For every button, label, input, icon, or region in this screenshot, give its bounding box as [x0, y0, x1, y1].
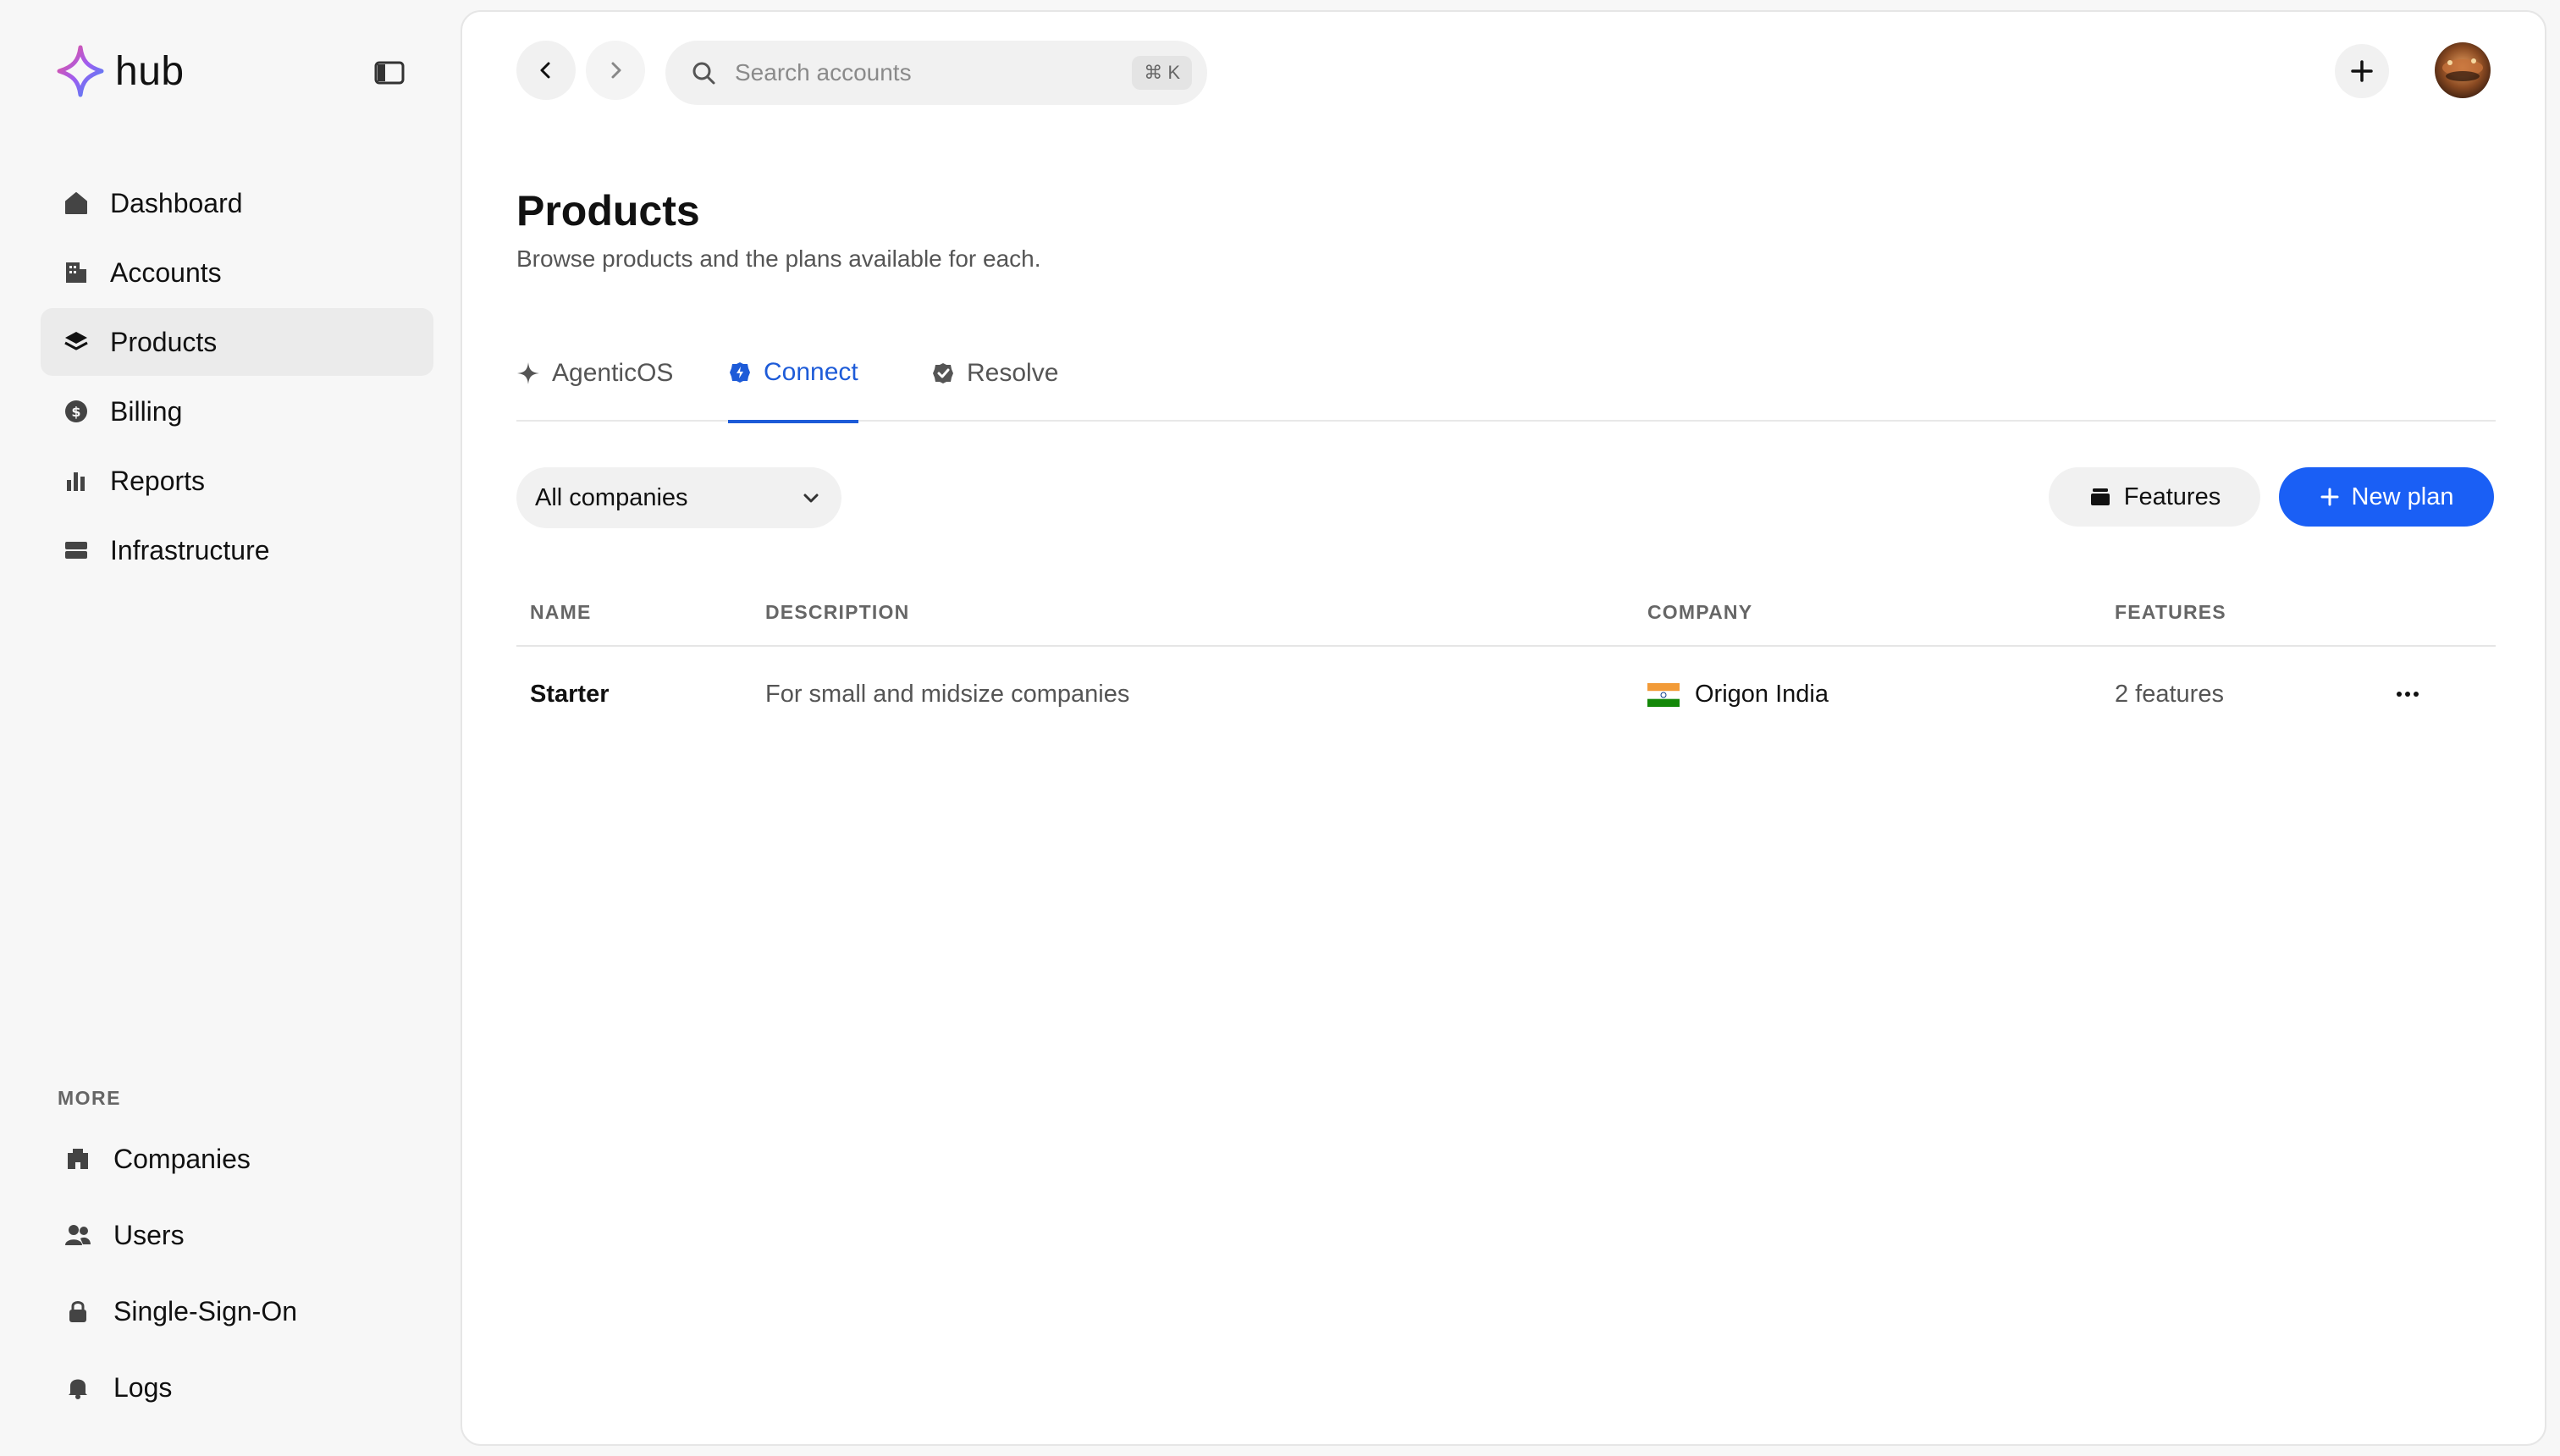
- sidebar: hub Dashboard Accounts Products $ Billin…: [0, 0, 461, 1456]
- user-avatar[interactable]: [2435, 42, 2491, 98]
- india-flag-icon: [1647, 682, 1680, 707]
- more-nav: Companies Users Single-Sign-On Logs: [41, 1121, 433, 1426]
- tab-agenticos[interactable]: AgenticOS: [516, 344, 673, 422]
- plan-company: Origon India: [1647, 681, 1829, 709]
- new-plan-button-label: New plan: [2351, 483, 2454, 510]
- forward-button[interactable]: [586, 41, 645, 100]
- main-nav: Dashboard Accounts Products $ Billing Re…: [41, 169, 433, 586]
- column-header-description[interactable]: DESCRIPTION: [765, 601, 909, 624]
- bar-chart-icon: [61, 466, 91, 496]
- dollar-coin-icon: $: [61, 396, 91, 427]
- new-plan-button[interactable]: New plan: [2279, 467, 2494, 527]
- sidebar-item-label: Users: [113, 1219, 185, 1250]
- sidebar-item-logs[interactable]: Logs: [41, 1349, 433, 1426]
- tab-label: Resolve: [967, 359, 1059, 387]
- server-icon: [61, 535, 91, 565]
- sidebar-item-label: Logs: [113, 1371, 173, 1403]
- sidebar-item-label: Reports: [110, 465, 206, 496]
- column-header-features[interactable]: FEATURES: [2115, 601, 2226, 624]
- add-button[interactable]: [2335, 44, 2389, 98]
- more-horizontal-icon: [2397, 692, 2419, 697]
- tab-label: Connect: [764, 358, 858, 386]
- company-filter-value: All companies: [535, 483, 688, 511]
- sidebar-item-single-sign-on[interactable]: Single-Sign-On: [41, 1273, 433, 1349]
- sidebar-item-reports[interactable]: Reports: [41, 447, 433, 515]
- sidebar-item-label: Accounts: [110, 256, 222, 288]
- sidebar-toggle-icon: [374, 61, 405, 85]
- sidebar-item-label: Companies: [113, 1143, 251, 1174]
- back-button[interactable]: [516, 41, 576, 100]
- sidebar-item-label: Billing: [110, 395, 183, 427]
- brand-name: hub: [115, 48, 185, 94]
- bell-icon: [63, 1372, 93, 1403]
- collapse-sidebar-button[interactable]: [367, 56, 411, 90]
- page-subtitle: Browse products and the plans available …: [516, 245, 1041, 272]
- main-panel: ⌘ K Products Browse products and the pla…: [461, 10, 2546, 1446]
- search-input[interactable]: [735, 59, 1090, 86]
- sidebar-item-billing[interactable]: $ Billing: [41, 378, 433, 445]
- plan-company-name: Origon India: [1695, 681, 1829, 708]
- sidebar-item-companies[interactable]: Companies: [41, 1121, 433, 1197]
- table-row[interactable]: Starter For small and midsize companies …: [516, 647, 2496, 757]
- sidebar-item-label: Single-Sign-On: [113, 1295, 297, 1326]
- plan-description: For small and midsize companies: [765, 681, 1130, 708]
- sidebar-item-label: Dashboard: [110, 187, 243, 218]
- search-shortcut-badge: ⌘ K: [1132, 56, 1192, 90]
- sparkle-icon: [517, 362, 539, 384]
- chevron-right-icon: [611, 62, 621, 79]
- tab-label: AgenticOS: [552, 359, 674, 387]
- sidebar-item-label: Products: [110, 326, 218, 357]
- sidebar-item-accounts[interactable]: Accounts: [41, 239, 433, 306]
- layers-icon: [61, 327, 91, 357]
- svg-text:$: $: [71, 404, 80, 420]
- search-bar[interactable]: ⌘ K: [665, 41, 1207, 105]
- avatar-image: [2435, 42, 2491, 98]
- table-header: NAME DESCRIPTION COMPANY FEATURES: [516, 582, 2496, 647]
- sidebar-item-users[interactable]: Users: [41, 1197, 433, 1273]
- home-icon: [61, 188, 91, 218]
- sidebar-item-infrastructure[interactable]: Infrastructure: [41, 516, 433, 584]
- tab-connect[interactable]: Connect: [728, 344, 858, 423]
- more-section-title: MORE: [58, 1087, 121, 1109]
- hub-logo-icon: [57, 45, 104, 97]
- stack-icon: [2090, 488, 2110, 505]
- users-icon: [63, 1220, 93, 1250]
- connect-badge-icon: [730, 362, 750, 383]
- column-header-company[interactable]: COMPANY: [1647, 601, 1752, 624]
- plus-icon: [2351, 60, 2373, 82]
- sidebar-item-products[interactable]: Products: [41, 308, 433, 376]
- plans-table: NAME DESCRIPTION COMPANY FEATURES Starte…: [516, 582, 2496, 757]
- features-button[interactable]: Features: [2049, 467, 2260, 527]
- page-title: Products: [516, 187, 700, 234]
- plan-name: Starter: [530, 681, 610, 708]
- product-tabs: AgenticOS Connect Resolve: [516, 344, 2496, 423]
- sidebar-item-dashboard[interactable]: Dashboard: [41, 169, 433, 237]
- check-badge-icon: [933, 363, 953, 383]
- plus-icon: [2320, 488, 2339, 506]
- company-filter-select[interactable]: All companies: [516, 467, 841, 528]
- column-header-name[interactable]: NAME: [530, 601, 592, 624]
- building-icon: [61, 257, 91, 288]
- features-button-label: Features: [2123, 483, 2221, 510]
- chevron-left-icon: [540, 62, 550, 79]
- plan-features-count: 2 features: [2115, 681, 2224, 708]
- tab-resolve[interactable]: Resolve: [931, 344, 1058, 422]
- search-icon: [692, 62, 715, 85]
- sidebar-item-label: Infrastructure: [110, 534, 270, 565]
- brand[interactable]: hub: [56, 44, 185, 98]
- office-icon: [63, 1144, 93, 1174]
- lock-icon: [63, 1296, 93, 1326]
- row-more-button[interactable]: [2391, 677, 2425, 711]
- chevron-down-icon: [803, 494, 819, 503]
